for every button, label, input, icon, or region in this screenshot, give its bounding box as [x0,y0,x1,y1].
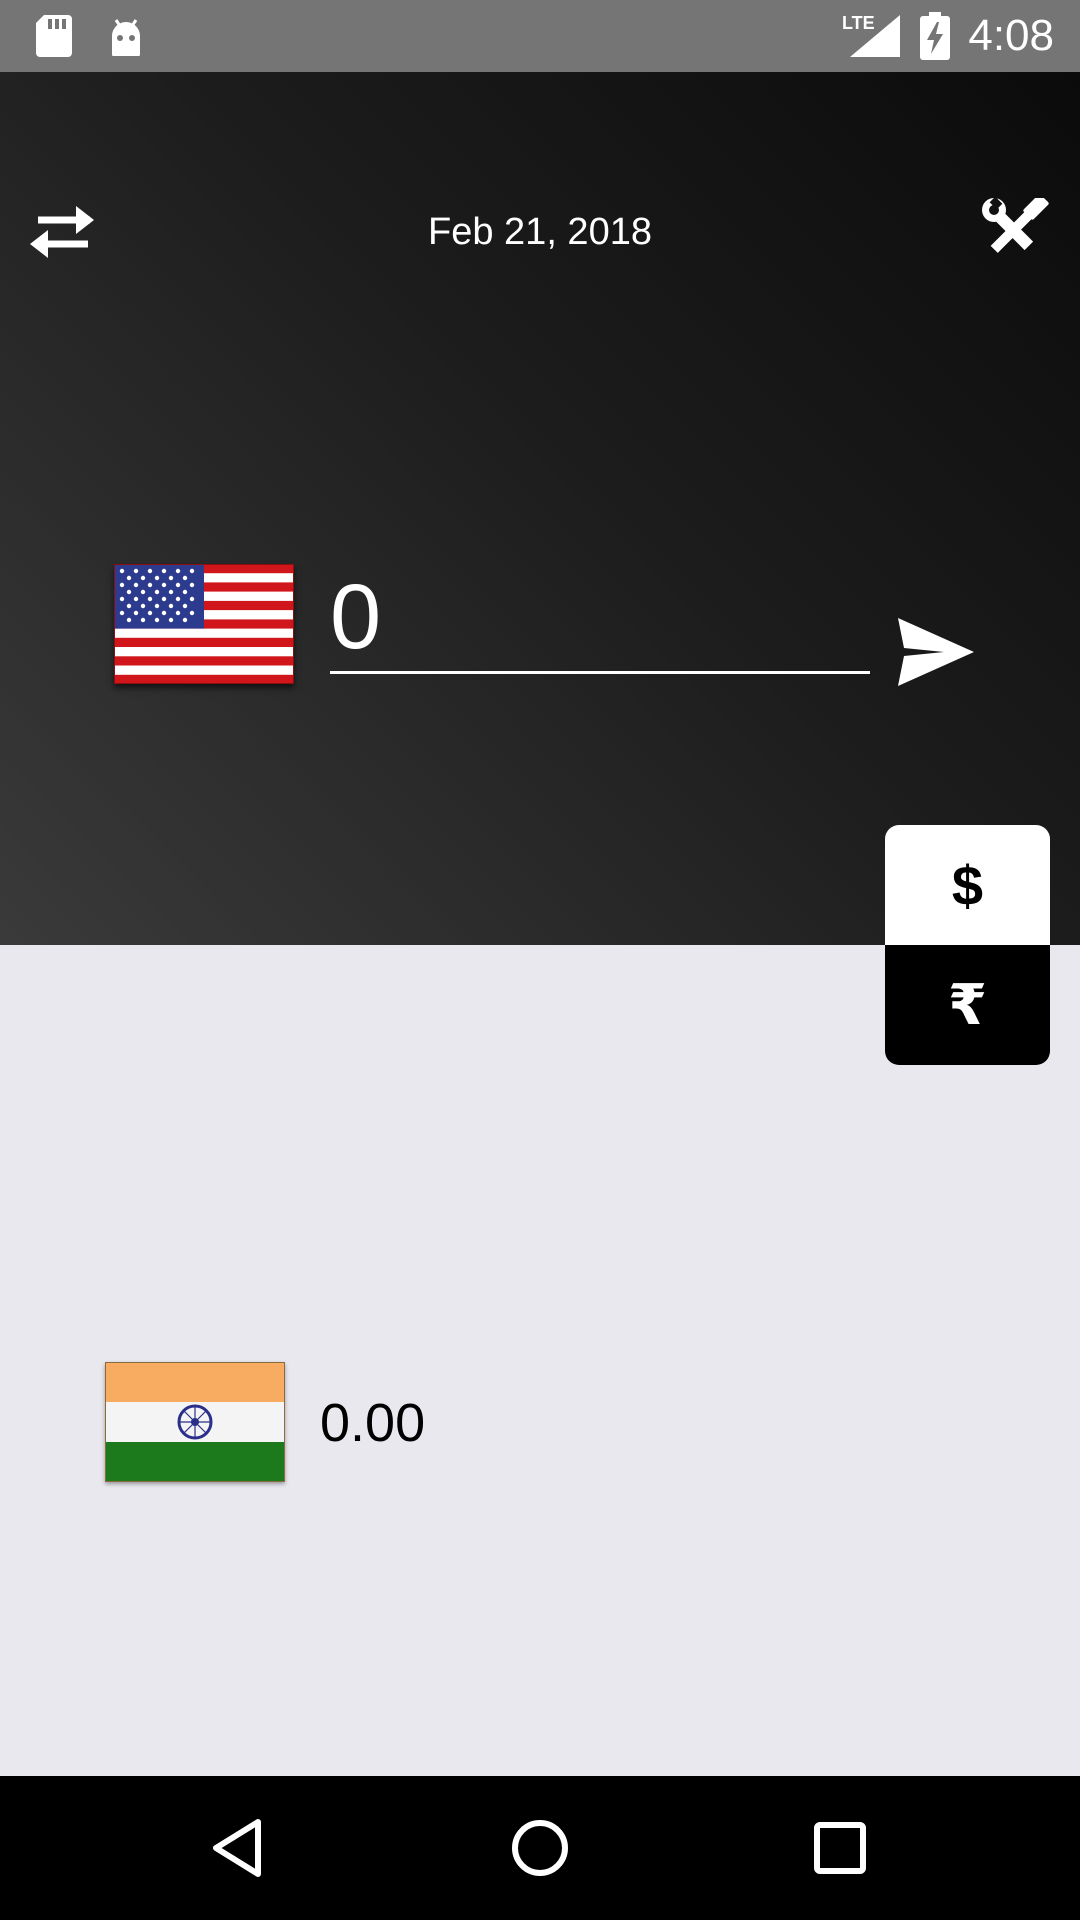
amount-input[interactable] [330,564,870,674]
lte-signal-icon: LTE [840,0,900,72]
rupee-toggle-button[interactable]: ₹ [885,945,1050,1065]
source-panel: Feb 21, 2018 [0,72,1080,945]
status-bar: LTE 4:08 [0,0,1080,72]
settings-button[interactable] [978,194,1050,264]
send-icon [898,618,974,686]
dollar-toggle-button[interactable]: $ [885,825,1050,945]
back-icon [213,1819,261,1877]
india-flag [104,1361,286,1483]
converted-amount: 0.00 [320,1393,426,1453]
sd-card-icon [36,0,72,72]
status-time: 4:08 [968,11,1054,60]
recents-icon [814,1822,866,1874]
send-button[interactable] [896,616,976,688]
tools-icon [982,194,1049,253]
home-button[interactable] [500,1808,580,1888]
currency-toggle: $ ₹ [885,825,1050,1065]
back-button[interactable] [200,1808,280,1888]
recents-button[interactable] [800,1808,880,1888]
battery-charging-icon [920,0,950,72]
currency-converter-screen: LTE 4:08 Feb 21, 2018 0 $ ₹ 0.00 [0,0,1080,1920]
navigation-bar [0,1776,1080,1920]
home-icon [512,1820,568,1876]
svg-text:LTE: LTE [842,13,875,33]
us-flag [113,563,295,685]
android-icon [106,0,146,72]
date-label: Feb 21, 2018 [428,211,652,253]
